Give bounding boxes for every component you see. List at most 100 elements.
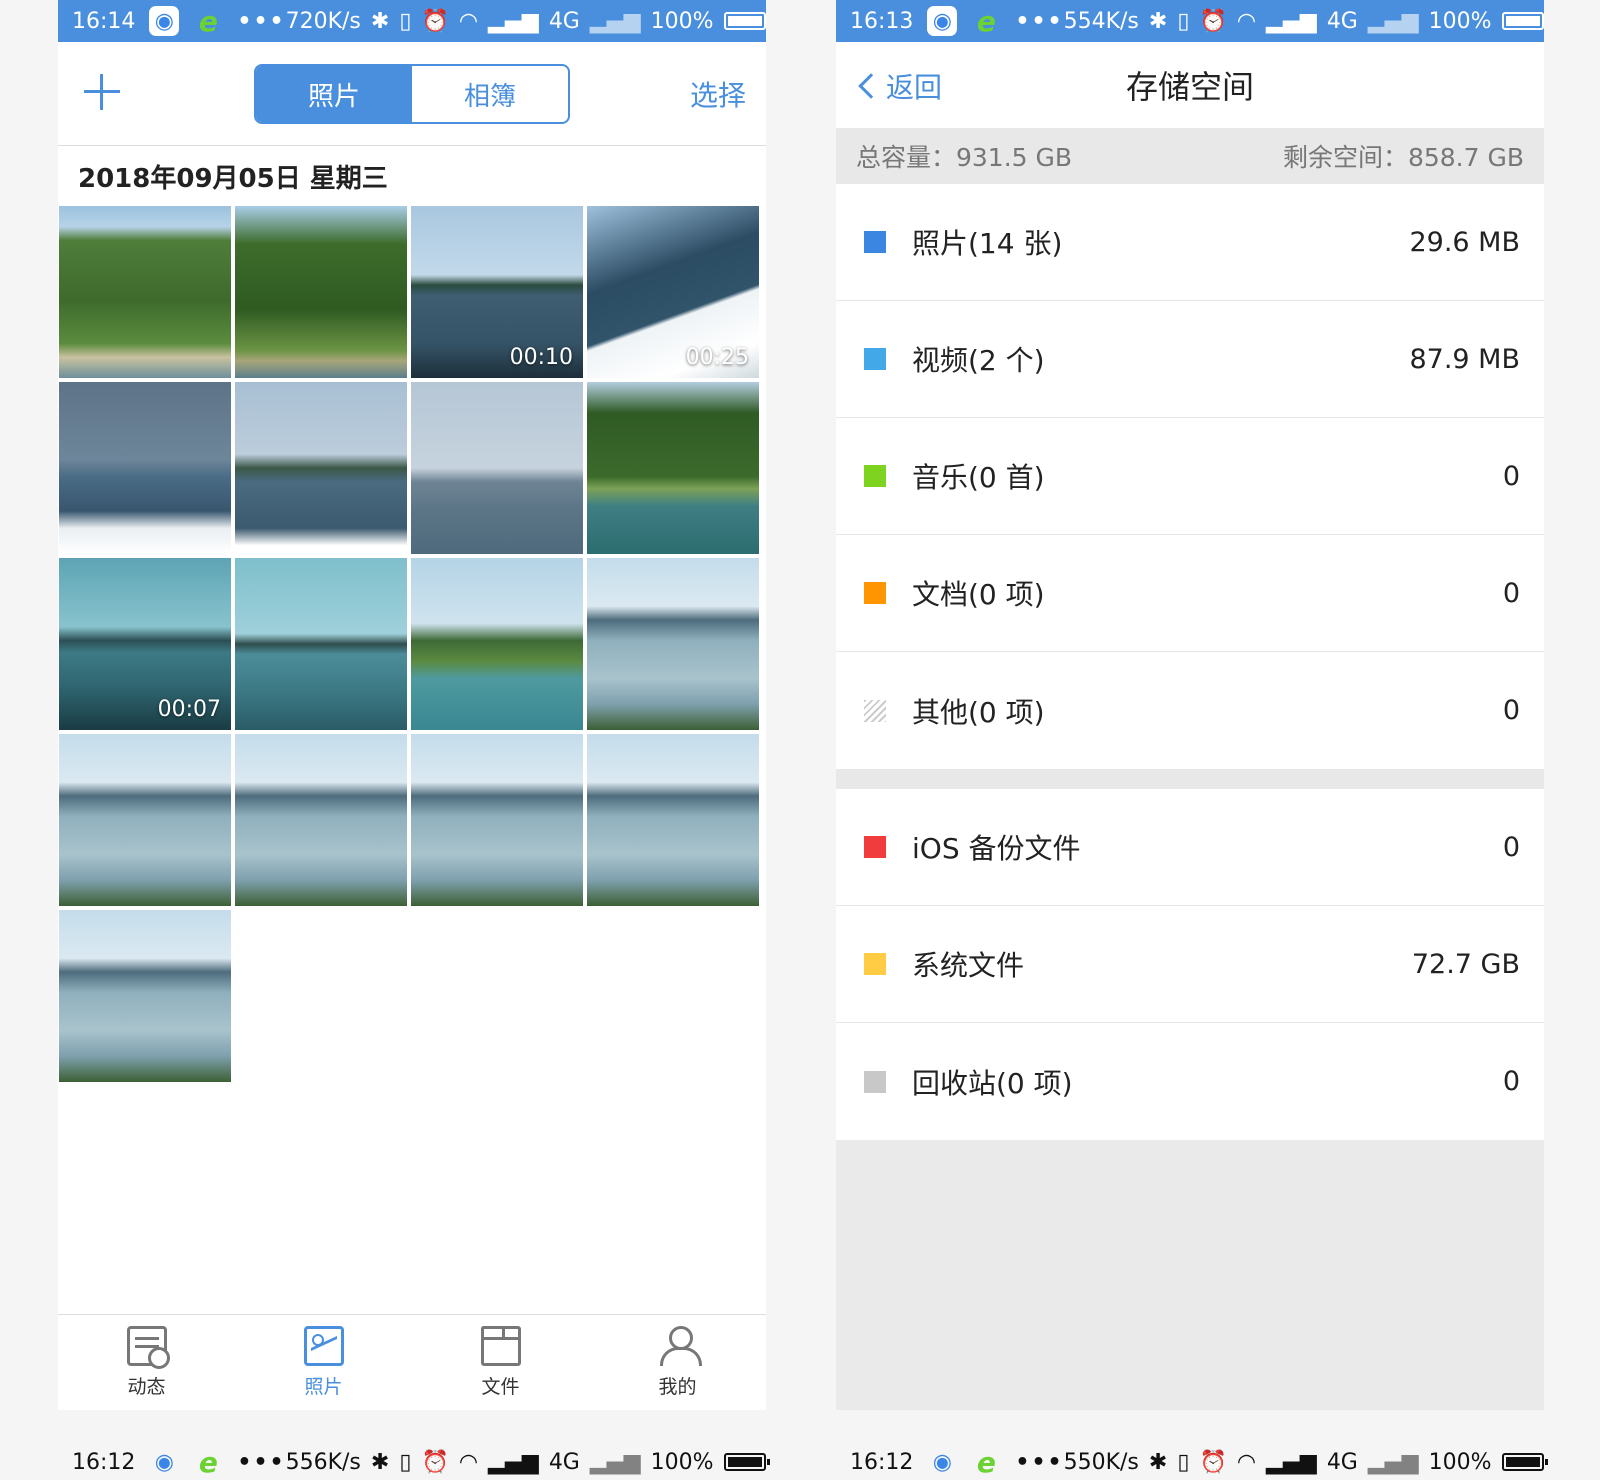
bottom-tab-bar: 动态 照片 文件 我的 [58,1314,766,1410]
photos-screen: 16:14 ◉ e ••• 720K/s ✱ ▯ ⏰ ◠ ▂▄▆ 4G ▂▄▆ … [58,0,766,1410]
color-swatch-icon [864,699,886,722]
storage-category-row[interactable]: iOS 备份文件 0 [836,789,1544,906]
photo-thumbnail[interactable] [411,558,583,730]
photo-thumbnail[interactable] [587,558,759,730]
status-speed: 720K/s [285,8,361,34]
baidu-app-icon: ◉ [149,1447,180,1477]
browser-app-icon: e [198,1445,218,1479]
category-label: 其他(0 项) [912,695,1045,729]
photo-thumbnail[interactable]: 00:10 [411,206,583,378]
status-speed: 550K/s [1063,1449,1139,1475]
wifi-icon: ◠ [458,1449,479,1475]
vibrate-icon: ▯ [399,1449,412,1475]
category-size: 0 [1502,460,1520,492]
tab-label: 文件 [481,1376,520,1398]
segment-photos[interactable]: 照片 [256,66,412,122]
back-button[interactable]: 返回 [856,66,942,106]
photo-thumbnail[interactable]: 00:25 [587,206,759,378]
photo-thumbnail[interactable] [59,382,231,554]
status-battery: 100% [1428,8,1492,34]
category-size: 0 [1502,695,1520,726]
status-time: 16:13 [850,8,914,34]
storage-category-row[interactable]: 照片(14 张) 29.6 MB [836,184,1544,301]
bluetooth-icon: ✱ [1148,8,1168,34]
view-segmented-control: 照片 相簿 [254,64,570,124]
baidu-app-icon: ◉ [149,6,180,36]
status-battery: 100% [650,8,714,34]
bluetooth-icon: ✱ [370,1449,390,1475]
status-bar: 16:14 ◉ e ••• 720K/s ✱ ▯ ⏰ ◠ ▂▄▆ 4G ▂▄▆ … [58,0,766,42]
status-time: 16:12 [72,1449,136,1475]
bluetooth-icon: ✱ [370,8,390,34]
status-speed: 556K/s [285,1449,361,1475]
photo-grid: 00:10 00:25 00:07 [58,206,766,1082]
category-label: 照片(14 张) [912,227,1063,260]
total-capacity: 总容量：931.5 GB [856,143,1073,172]
category-size: 0 [1502,831,1520,863]
photo-thumbnail[interactable] [235,206,407,378]
photo-thumbnail[interactable] [59,910,231,1082]
system-category-list: iOS 备份文件 0 系统文件 72.7 GB 回收站(0 项) 0 [836,789,1544,1140]
photo-thumbnail[interactable] [411,382,583,554]
color-swatch-icon [864,348,886,370]
photo-icon [303,1326,344,1366]
alarm-icon: ⏰ [421,8,449,34]
storage-category-row[interactable]: 系统文件 72.7 GB [836,906,1544,1023]
select-button[interactable]: 选择 [690,74,746,114]
storage-category-row[interactable]: 回收站(0 项) 0 [836,1023,1544,1140]
photo-thumbnail[interactable] [411,734,583,906]
status-battery: 100% [650,1449,714,1475]
storage-category-list: 照片(14 张) 29.6 MB 视频(2 个) 87.9 MB 音乐(0 首) 0 文档(… [836,184,1544,769]
segment-albums[interactable]: 相簿 [412,66,568,122]
color-swatch-icon [864,465,886,487]
vibrate-icon: ▯ [399,8,412,34]
storage-category-row[interactable]: 音乐(0 首) 0 [836,418,1544,535]
tab-feed[interactable]: 动态 [58,1315,235,1410]
color-swatch-icon [864,1070,886,1093]
add-button[interactable] [82,72,122,112]
color-swatch-icon [864,582,886,604]
signal-icon: ▂▄▆ [1266,8,1317,34]
battery-icon [723,1453,770,1471]
storage-category-row[interactable]: 其他(0 项) 0 [836,652,1544,769]
category-label: 回收站(0 项) [912,1066,1073,1100]
back-label: 返回 [886,71,943,104]
tab-label: 动态 [127,1376,166,1398]
signal-2-icon: ▂▄▆ [589,1449,641,1475]
photo-thumbnail[interactable]: 00:07 [59,558,231,730]
tab-me[interactable]: 我的 [589,1315,766,1410]
baidu-app-icon: ◉ [927,6,958,36]
alarm-icon: ⏰ [1199,1449,1227,1475]
tab-photos[interactable]: 照片 [235,1315,412,1410]
status-time: 16:14 [72,8,136,34]
battery-icon [1501,1453,1548,1471]
status-bar: 16:13 ◉ e ••• 554K/s ✱ ▯ ⏰ ◠ ▂▄▆ 4G ▂▄▆ … [836,0,1544,42]
storage-screen: 16:13 ◉ e ••• 554K/s ✱ ▯ ⏰ ◠ ▂▄▆ 4G ▂▄▆ … [836,0,1544,1410]
status-speed: 554K/s [1063,8,1139,34]
category-size: 29.6 MB [1409,226,1520,258]
color-swatch-icon [864,836,886,858]
storage-navbar: 返回 存储空间 [836,42,1544,128]
photo-thumbnail[interactable] [235,558,407,730]
photo-thumbnail[interactable] [587,382,759,554]
feed-icon [126,1326,170,1369]
photo-thumbnail[interactable] [235,734,407,906]
browser-app-icon: e [976,1445,996,1479]
status-network: 4G [1326,8,1358,34]
tab-files[interactable]: 文件 [412,1315,589,1410]
more-dots-icon: ••• [237,1449,286,1475]
storage-category-row[interactable]: 视频(2 个) 87.9 MB [836,301,1544,418]
color-swatch-icon [864,231,886,253]
photo-thumbnail[interactable] [59,206,231,378]
browser-app-icon: e [198,4,218,38]
photo-thumbnail[interactable] [235,382,407,554]
vibrate-icon: ▯ [1177,1449,1190,1475]
more-dots-icon: ••• [1015,1449,1064,1475]
photo-thumbnail[interactable] [587,734,759,906]
category-label: 音乐(0 首) [912,461,1045,494]
color-swatch-icon [864,953,886,975]
storage-category-row[interactable]: 文档(0 项) 0 [836,535,1544,652]
category-size: 72.7 GB [1411,948,1520,980]
capacity-summary: 总容量：931.5 GB 剩余空间：858.7 GB [836,128,1544,184]
photo-thumbnail[interactable] [59,734,231,906]
